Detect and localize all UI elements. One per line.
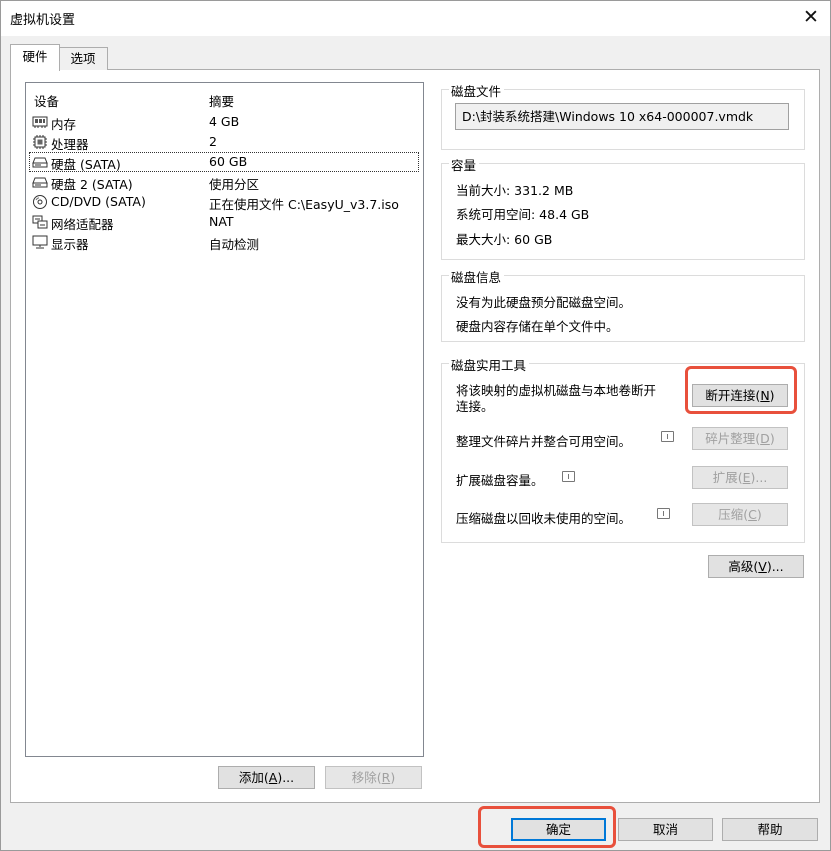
help-button[interactable]: 帮助 — [722, 818, 818, 841]
ok-button[interactable]: 确定 — [511, 818, 606, 841]
device-row-processor[interactable]: 处理器 2 — [29, 132, 419, 152]
cd-dvd-icon — [33, 195, 47, 209]
disk-info-label: 磁盘信息 — [449, 267, 505, 286]
memory-icon — [32, 116, 48, 128]
add-button[interactable]: 添加(A)... — [218, 766, 315, 789]
disk-info-line-2: 硬盘内容存储在单个文件中。 — [456, 319, 619, 334]
cancel-button[interactable]: 取消 — [618, 818, 713, 841]
system-free-space-text: 系统可用空间: 48.4 GB — [456, 207, 590, 222]
expand-description: 扩展磁盘容量。 — [456, 473, 544, 488]
device-summary: 2 — [209, 134, 217, 149]
device-summary: 使用分区 — [209, 177, 260, 192]
device-row-hard-disk-2[interactable]: 硬盘 2 (SATA) 使用分区 — [29, 172, 419, 192]
window-title: 虚拟机设置 — [10, 13, 76, 28]
advanced-button[interactable]: 高级(V)... — [708, 555, 804, 578]
expand-info-icon — [562, 471, 575, 482]
hard-disk-icon — [32, 177, 48, 188]
device-row-network-adapter[interactable]: 网络适配器 NAT — [29, 212, 419, 232]
device-name: CD/DVD (SATA) — [51, 194, 146, 209]
device-name: 处理器 — [51, 137, 89, 152]
column-header-device: 设备 — [34, 94, 60, 109]
compact-button[interactable]: 压缩(C) — [692, 503, 788, 526]
device-summary: 4 GB — [209, 114, 240, 129]
display-icon — [32, 235, 48, 249]
device-summary: NAT — [209, 214, 234, 229]
device-row-hard-disk[interactable]: 硬盘 (SATA) 60 GB — [29, 152, 419, 172]
defragment-button[interactable]: 碎片整理(D) — [692, 427, 788, 450]
device-row-cd-dvd[interactable]: CD/DVD (SATA) 正在使用文件 C:\EasyU_v3.7.iso — [29, 192, 419, 212]
compact-info-icon — [657, 508, 670, 519]
close-button[interactable]: ✕ — [797, 3, 825, 31]
close-icon: ✕ — [803, 6, 819, 28]
defrag-description: 整理文件碎片并整合可用空间。 — [456, 434, 632, 449]
disk-tools-label: 磁盘实用工具 — [449, 355, 530, 374]
current-size-text: 当前大小: 331.2 MB — [456, 183, 574, 198]
title-bar — [0, 0, 831, 36]
device-summary: 正在使用文件 C:\EasyU_v3.7.iso — [209, 197, 399, 212]
device-list[interactable]: 设备 摘要 内存 4 GB 处理器 2 硬盘 (SATA) 60 GB 硬盘 2… — [25, 82, 424, 757]
device-name: 硬盘 (SATA) — [51, 157, 121, 172]
tab-options[interactable]: 选项 — [58, 47, 108, 70]
defrag-info-icon — [661, 431, 674, 442]
device-summary: 自动检测 — [209, 237, 260, 252]
device-row-display[interactable]: 显示器 自动检测 — [29, 232, 419, 252]
device-name: 内存 — [51, 117, 77, 132]
disk-file-label: 磁盘文件 — [449, 81, 505, 100]
network-adapter-icon — [32, 215, 48, 229]
device-name: 网络适配器 — [51, 217, 114, 232]
column-header-summary: 摘要 — [209, 94, 235, 109]
tab-hardware[interactable]: 硬件 — [10, 44, 60, 71]
device-summary: 60 GB — [209, 154, 248, 169]
device-name: 硬盘 2 (SATA) — [51, 177, 133, 192]
device-row-memory[interactable]: 内存 4 GB — [29, 112, 419, 132]
disk-file-path-field[interactable]: D:\封装系统搭建\Windows 10 x64-000007.vmdk — [455, 103, 789, 130]
remove-button[interactable]: 移除(R) — [325, 766, 422, 789]
device-name: 显示器 — [51, 237, 89, 252]
compact-description: 压缩磁盘以回收未使用的空间。 — [456, 511, 632, 526]
disk-info-line-1: 没有为此硬盘预分配磁盘空间。 — [456, 295, 632, 310]
disconnect-description-line-2: 连接。 — [456, 399, 494, 414]
disconnect-button[interactable]: 断开连接(N) — [692, 384, 788, 407]
hard-disk-icon — [32, 157, 48, 168]
processor-icon — [33, 135, 47, 149]
max-size-text: 最大大小: 60 GB — [456, 232, 553, 247]
expand-button[interactable]: 扩展(E)... — [692, 466, 788, 489]
capacity-label: 容量 — [449, 155, 480, 174]
